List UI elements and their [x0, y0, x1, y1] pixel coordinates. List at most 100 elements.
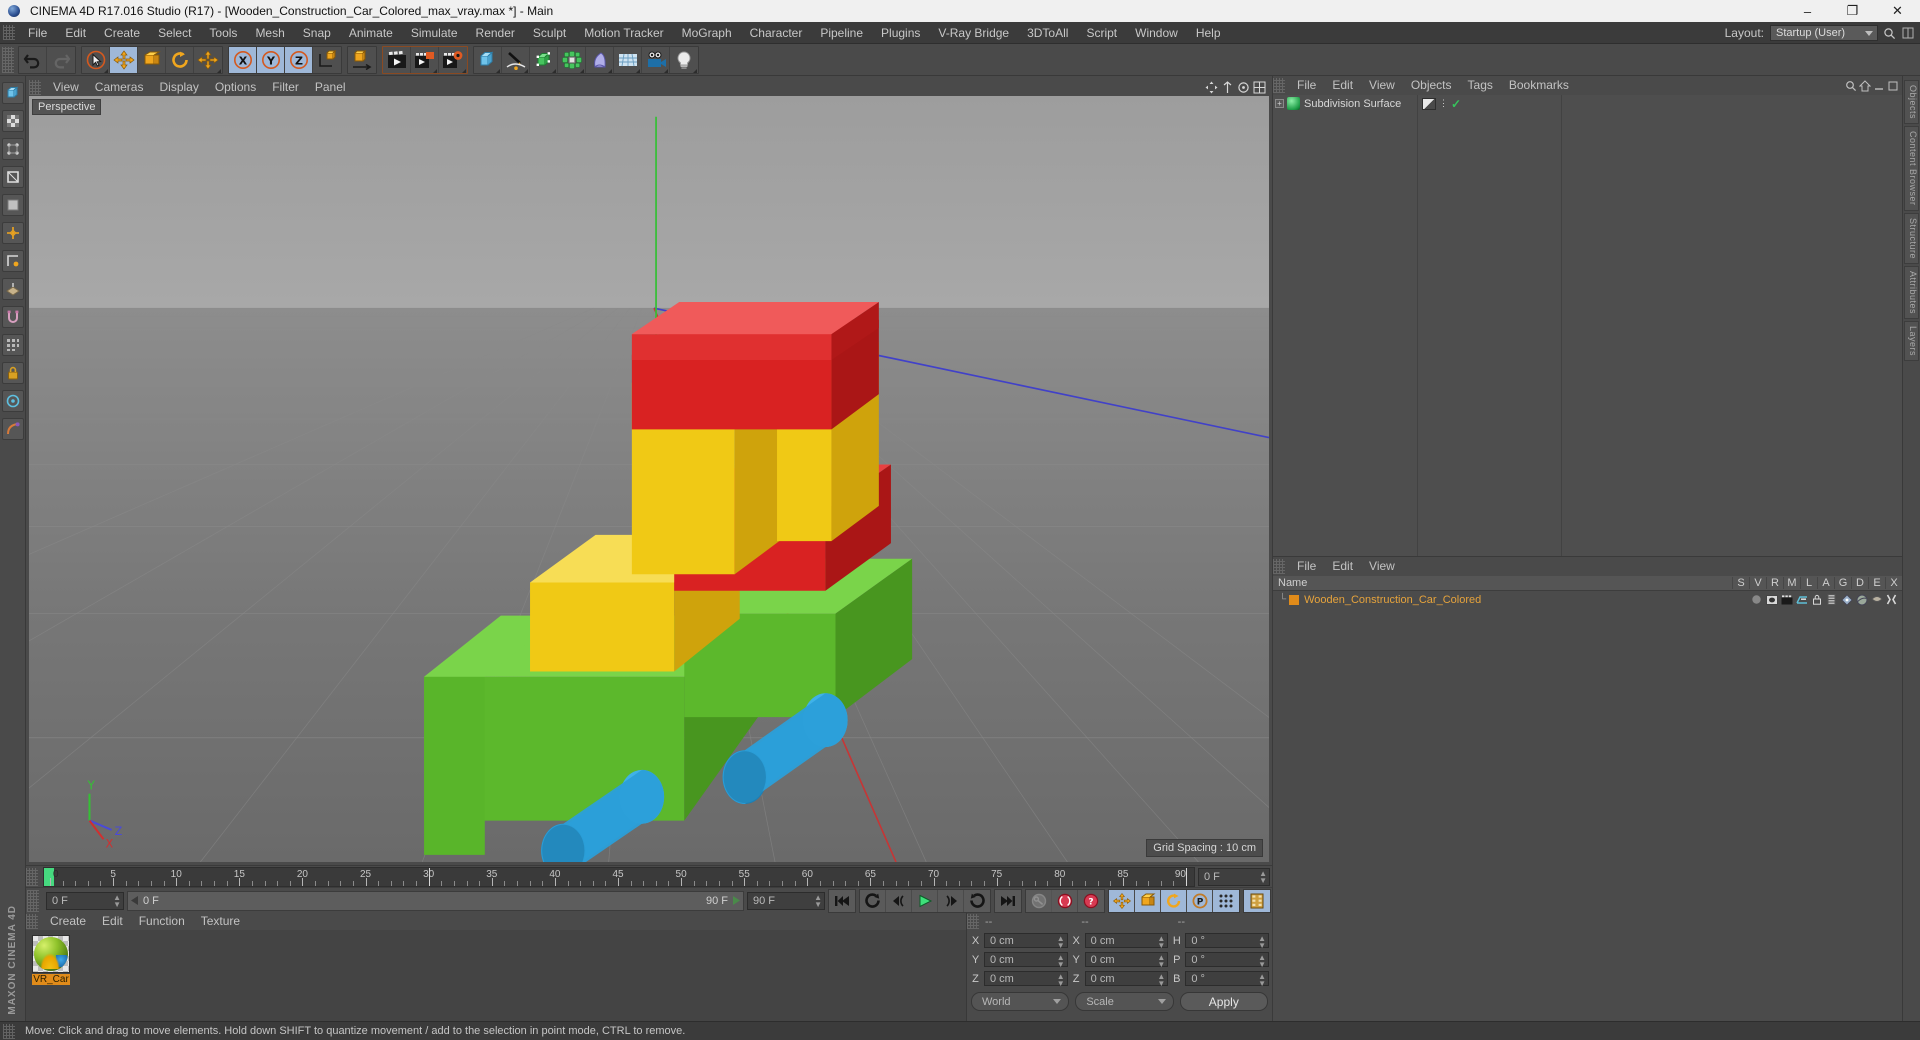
add-camera-button[interactable] — [642, 46, 670, 73]
play-backwards-button[interactable] — [860, 889, 886, 912]
object-tag-column[interactable]: ⋮ ✓ — [1418, 95, 1562, 556]
scale-key-button[interactable] — [1135, 889, 1161, 912]
rotation-h-field[interactable]: 0 ° ▲ ▼ — [1185, 933, 1270, 950]
object-row[interactable]: + Subdivision Surface — [1273, 95, 1417, 112]
snap-icon[interactable] — [1, 306, 24, 328]
menu-file[interactable]: File — [19, 22, 56, 44]
material-grip[interactable] — [26, 914, 38, 929]
render-icon[interactable] — [1780, 593, 1793, 606]
play-loop-button[interactable] — [964, 890, 990, 912]
object-menu-file[interactable]: File — [1289, 76, 1324, 95]
pan-view-icon[interactable] — [1205, 81, 1218, 94]
record-active-objects-button[interactable] — [1026, 889, 1052, 912]
display-icon[interactable] — [1765, 593, 1778, 606]
material-icon[interactable] — [1795, 593, 1808, 606]
texture-mode-icon[interactable] — [1, 110, 24, 132]
zoom-view-icon[interactable] — [1221, 81, 1234, 94]
layout-dropdown[interactable]: Startup (User) — [1770, 25, 1878, 41]
start-frame-field[interactable]: 0 F ▲ ▼ — [46, 891, 124, 910]
menu-animate[interactable]: Animate — [340, 22, 402, 44]
add-light-button[interactable] — [670, 47, 698, 73]
menu-render[interactable]: Render — [467, 22, 524, 44]
position-y-field[interactable]: 0 cm ▲ ▼ — [984, 952, 1068, 969]
viewport-menu-panel[interactable]: Panel — [307, 79, 354, 96]
preview-range-bar[interactable]: 0 F 90 F — [127, 890, 744, 911]
environment-icon[interactable] — [1870, 593, 1883, 606]
size-y-field[interactable]: 0 cm ▲ ▼ — [1084, 952, 1169, 969]
menu-mograph[interactable]: MoGraph — [673, 22, 741, 44]
position-key-button[interactable] — [1109, 889, 1135, 912]
timeline-grip[interactable] — [26, 867, 38, 886]
play-forwards-button[interactable] — [912, 889, 938, 912]
status-grip[interactable] — [3, 1023, 15, 1039]
menu-pipeline[interactable]: Pipeline — [811, 22, 872, 44]
enable-axis-icon[interactable] — [1, 250, 24, 272]
material-menu-function[interactable]: Function — [131, 913, 193, 930]
panel-layout-icon[interactable] — [1900, 25, 1916, 41]
viewport-menu-options[interactable]: Options — [207, 79, 264, 96]
y-axis-lock[interactable]: Y — [257, 46, 285, 73]
viewport-menu-cameras[interactable]: Cameras — [87, 79, 152, 96]
structure-menu-file[interactable]: File — [1289, 557, 1324, 576]
search-icon[interactable] — [1881, 25, 1897, 41]
spinner-icon[interactable]: ▲ ▼ — [1258, 935, 1266, 950]
apply-button[interactable]: Apply — [1179, 992, 1268, 1011]
scale-tool[interactable] — [138, 46, 166, 73]
object-extra-column[interactable] — [1562, 95, 1902, 556]
expand-icon[interactable]: + — [1275, 99, 1284, 108]
material-list[interactable]: VR_Car — [26, 930, 966, 1021]
current-frame-field[interactable]: 0 F ▲ ▼ — [1198, 867, 1270, 886]
autokeying-button[interactable] — [1052, 889, 1078, 912]
deform-icon[interactable] — [1, 418, 24, 440]
spinner-icon[interactable]: ▲ ▼ — [1157, 954, 1165, 969]
model-mode-icon[interactable] — [1, 82, 24, 104]
spinner-icon[interactable]: ▲ ▼ — [1258, 954, 1266, 969]
menu-window[interactable]: Window — [1126, 22, 1187, 44]
keyframe-selection-button[interactable]: ? — [1078, 890, 1104, 912]
quantize-icon[interactable] — [1, 334, 24, 356]
add-mograph-button[interactable] — [558, 46, 586, 73]
object-tree-body[interactable]: + Subdivision Surface ⋮ ✓ — [1273, 95, 1902, 556]
menu-script[interactable]: Script — [1077, 22, 1126, 44]
home-icon[interactable] — [1859, 79, 1871, 92]
add-spline-button[interactable] — [502, 46, 530, 73]
menu-mesh[interactable]: Mesh — [246, 22, 293, 44]
coordinate-system-dropdown[interactable]: World — [971, 992, 1070, 1011]
viewport-solo-icon[interactable] — [1, 390, 24, 412]
menu-sculpt[interactable]: Sculpt — [524, 22, 575, 44]
material-menu-edit[interactable]: Edit — [94, 913, 131, 930]
menu-snap[interactable]: Snap — [294, 22, 340, 44]
rotate-view-icon[interactable] — [1237, 81, 1250, 94]
transport-grip[interactable] — [27, 889, 39, 912]
menu-help[interactable]: Help — [1187, 22, 1230, 44]
object-manager-grip[interactable] — [1273, 78, 1285, 93]
rotation-p-field[interactable]: 0 ° ▲ ▼ — [1185, 952, 1270, 969]
object-menu-objects[interactable]: Objects — [1403, 76, 1460, 95]
search-icon[interactable] — [1845, 80, 1857, 92]
structure-menu-view[interactable]: View — [1361, 557, 1403, 576]
transform-mode-dropdown[interactable]: Scale — [1075, 992, 1174, 1011]
rotate-tool[interactable] — [166, 46, 194, 73]
perspective-viewport[interactable]: Perspective Grid Spacing : 10 cm Y Z X — [29, 96, 1269, 862]
menu-grip[interactable] — [3, 25, 15, 40]
menu-character[interactable]: Character — [741, 22, 812, 44]
next-frame-button[interactable] — [938, 889, 964, 912]
polygons-mode-icon[interactable] — [1, 194, 24, 216]
generator-icon[interactable] — [1840, 593, 1853, 606]
rotation-b-field[interactable]: 0 ° ▲ ▼ — [1185, 971, 1270, 988]
material-item[interactable]: VR_Car — [32, 935, 70, 985]
add-cube-button[interactable] — [474, 46, 502, 73]
spinner-icon[interactable]: ▲ ▼ — [1157, 935, 1165, 950]
material-menu-create[interactable]: Create — [42, 913, 94, 930]
menu-create[interactable]: Create — [95, 22, 149, 44]
redo-button[interactable] — [47, 47, 75, 73]
edges-mode-icon[interactable] — [1, 166, 24, 188]
object-menu-view[interactable]: View — [1361, 76, 1403, 95]
table-row[interactable]: └ Wooden_Construction_Car_Colored — [1273, 591, 1902, 608]
menu-plugins[interactable]: Plugins — [872, 22, 929, 44]
maximize-button[interactable]: ❐ — [1830, 0, 1875, 22]
spinner-icon[interactable]: ▲ ▼ — [1057, 973, 1065, 988]
object-tree-column[interactable]: + Subdivision Surface — [1273, 95, 1418, 556]
object-menu-edit[interactable]: Edit — [1324, 76, 1361, 95]
tab-objects[interactable]: Objects — [1904, 80, 1919, 125]
